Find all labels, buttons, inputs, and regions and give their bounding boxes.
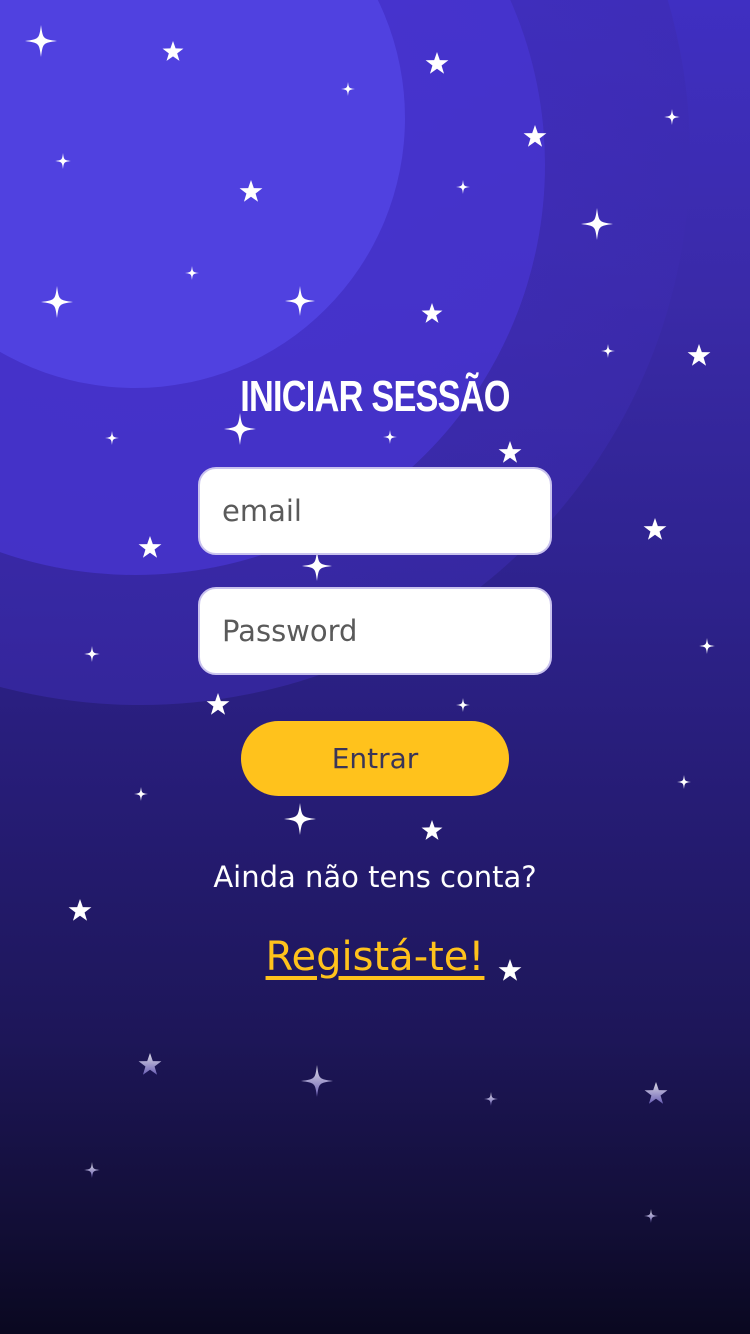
login-button[interactable]: Entrar — [241, 721, 509, 796]
password-input[interactable] — [198, 587, 552, 675]
page-title: INICIAR SESSÃO — [240, 372, 510, 421]
email-input[interactable] — [198, 467, 552, 555]
login-screen: INICIAR SESSÃO Entrar Ainda não tens con… — [0, 0, 750, 1334]
no-account-text: Ainda não tens conta? — [213, 860, 537, 894]
register-link[interactable]: Registá-te! — [0, 934, 750, 980]
